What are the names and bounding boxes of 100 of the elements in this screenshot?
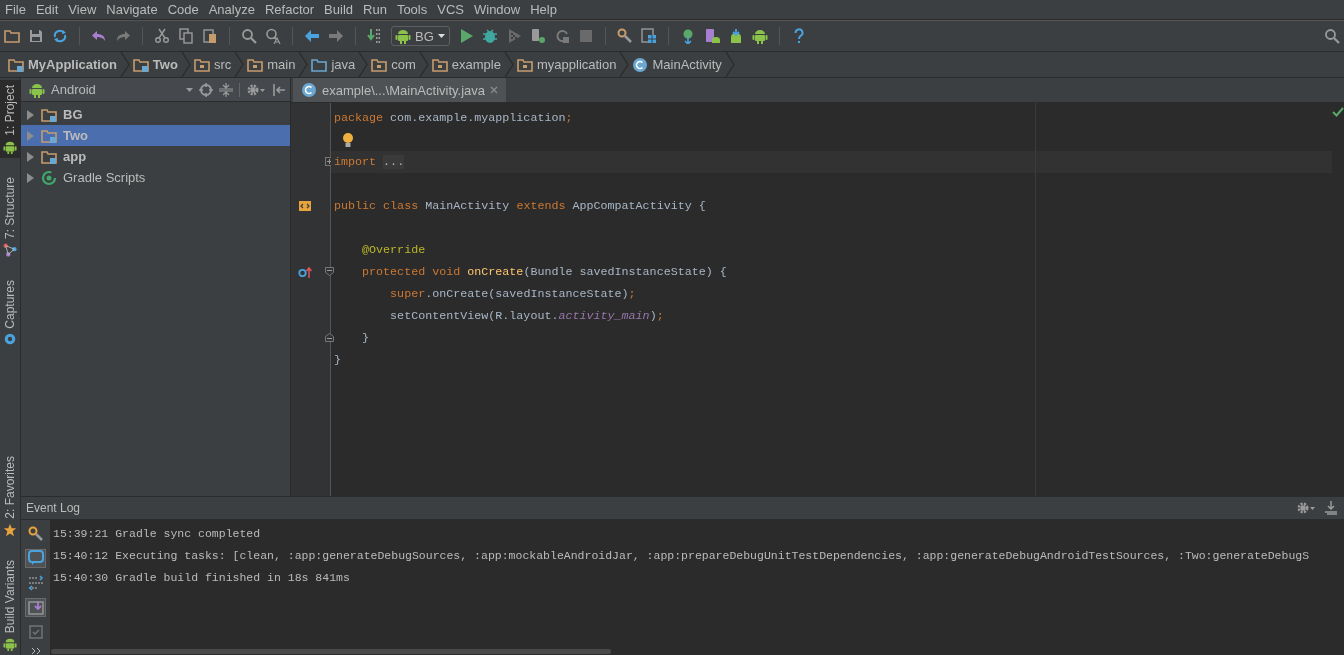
android-icon — [3, 139, 17, 154]
back-arrow-icon[interactable] — [304, 28, 320, 44]
folder-icon[interactable] — [4, 28, 20, 44]
code-line: } — [334, 352, 342, 369]
menu-item[interactable]: Window — [468, 1, 526, 18]
checkbox-icon[interactable] — [27, 624, 44, 641]
code-line: setContentView(R.layout.activity_main); — [389, 308, 665, 325]
clipboard-icon[interactable] — [202, 28, 218, 44]
menu-item[interactable]: View — [63, 1, 102, 18]
android-icon[interactable] — [751, 28, 768, 44]
menu-item[interactable]: VCS — [432, 1, 469, 18]
expand-arrow-icon[interactable] — [25, 150, 35, 163]
hide-panel-icon[interactable] — [272, 82, 286, 97]
check-icon — [1332, 107, 1344, 117]
menu-item[interactable]: Edit — [30, 1, 64, 18]
tool-window-tab[interactable]: 1: Project — [0, 80, 20, 158]
breadcrumb[interactable]: MainActivity — [630, 52, 724, 77]
menu-item[interactable]: Navigate — [101, 1, 163, 18]
breadcrumb[interactable]: src — [191, 52, 234, 77]
module-folder-icon — [8, 56, 24, 73]
search-icon[interactable] — [1324, 28, 1340, 44]
structure-icon — [3, 242, 17, 257]
expand-arrow-icon[interactable] — [25, 171, 35, 184]
folder-icon — [311, 56, 328, 73]
log-message: Gradle build finished in 18s 841ms — [115, 570, 350, 584]
import-window-icon[interactable] — [27, 599, 44, 616]
android-icon — [29, 81, 45, 98]
run-configuration-dropdown[interactable]: BG — [391, 26, 450, 46]
folder-icon — [247, 56, 264, 73]
lightbulb-icon[interactable] — [342, 132, 354, 148]
breadcrumb[interactable]: example — [429, 52, 503, 77]
android-icon — [3, 637, 17, 651]
menu-item[interactable]: Refactor — [259, 1, 320, 18]
code-line: protected void onCreate(Bundle savedInstanceState) { — [361, 264, 728, 281]
grid-window-icon[interactable] — [640, 28, 657, 44]
tool-window-tab[interactable]: 7: Structure — [0, 171, 20, 261]
tree-item[interactable]: app — [21, 146, 290, 167]
collapse-icon[interactable] — [219, 82, 233, 97]
class-icon — [632, 56, 649, 73]
gradle-icon — [41, 169, 57, 186]
horizontal-scrollbar[interactable] — [51, 649, 611, 654]
menu-item[interactable]: Run — [358, 1, 392, 18]
speech-bubble-icon[interactable] — [27, 550, 44, 567]
menu-item[interactable]: Code — [162, 1, 204, 18]
bug-icon[interactable] — [481, 28, 498, 44]
tool-window-tab[interactable]: Build Variants — [0, 554, 20, 655]
scissors-icon[interactable] — [154, 28, 170, 44]
class-icon — [301, 82, 317, 98]
module-folder-icon — [41, 148, 57, 165]
fold-collapse-icon[interactable] — [325, 267, 334, 276]
code-line: package com.example.myapplication; — [334, 110, 574, 127]
log-message: Gradle sync completed — [115, 526, 261, 540]
android-icon — [395, 28, 411, 44]
folder-icon — [431, 56, 448, 73]
menu-item[interactable]: Help — [525, 1, 562, 18]
tool-window-tab[interactable]: Captures — [0, 274, 20, 351]
module-folder-icon — [132, 56, 149, 73]
breadcrumb[interactable]: main — [245, 52, 298, 77]
log-time: 15:40:30 — [53, 570, 109, 584]
tree-item[interactable]: Gradle Scripts — [21, 167, 290, 188]
log-message: Executing tasks: [clean, :app:generateDebugSources, :app:mockableAndroidJar, :app:prepareDebugUnitTestDependencies, :app:generateDebugAndroidTestSources, :Two:generateDebugS — [115, 548, 1310, 562]
breadcrumb[interactable]: MyApplication — [6, 52, 119, 77]
magnifier-letter-icon[interactable] — [265, 28, 281, 44]
breadcrumb[interactable]: com — [369, 52, 418, 77]
more-chevrons-icon[interactable] — [30, 646, 41, 655]
breadcrumb[interactable]: java — [309, 52, 358, 77]
expand-arrow-icon[interactable] — [25, 108, 35, 121]
binary-arrow-icon[interactable] — [367, 28, 383, 44]
caret-icon — [186, 87, 193, 92]
code-line: super.onCreate(savedInstanceState); — [389, 286, 637, 303]
folder-icon — [516, 56, 533, 73]
forward-arrow-icon[interactable] — [328, 28, 344, 44]
editor-tab[interactable]: example\...\MainActivity.java — [293, 78, 507, 102]
copy-icon[interactable] — [178, 28, 194, 44]
tree-item[interactable]: BG — [21, 104, 290, 125]
menu-item[interactable]: Build — [319, 1, 358, 18]
folder-icon — [193, 56, 210, 73]
module-folder-icon — [41, 127, 57, 144]
panel-title: Event Log — [26, 501, 82, 515]
crosshair-icon[interactable] — [199, 82, 213, 97]
sort-arrows-icon[interactable] — [27, 575, 44, 591]
close-icon[interactable] — [490, 86, 499, 94]
stop-icon[interactable] — [577, 28, 594, 44]
tool-window-tab[interactable]: 2: Favorites — [0, 451, 20, 541]
gear-icon[interactable] — [246, 82, 266, 97]
menu-item[interactable]: File — [0, 1, 31, 18]
menu-item[interactable]: Analyze — [203, 1, 260, 18]
menu-item[interactable]: Tools — [391, 1, 433, 18]
gear-icon[interactable] — [1296, 501, 1316, 515]
search-icon[interactable] — [241, 28, 257, 44]
override-marker-icon[interactable] — [298, 265, 312, 279]
hide-panel-icon[interactable] — [1324, 501, 1338, 515]
class-marker-icon[interactable] — [298, 199, 312, 213]
log-time: 15:39:21 — [53, 526, 109, 540]
caret-icon — [437, 34, 445, 38]
breadcrumb[interactable]: myapplication — [514, 52, 619, 77]
save-icon[interactable] — [28, 28, 44, 44]
breadcrumb[interactable]: Two — [130, 52, 180, 77]
sync-icon[interactable] — [52, 28, 68, 44]
fold-end-icon[interactable] — [325, 333, 334, 342]
